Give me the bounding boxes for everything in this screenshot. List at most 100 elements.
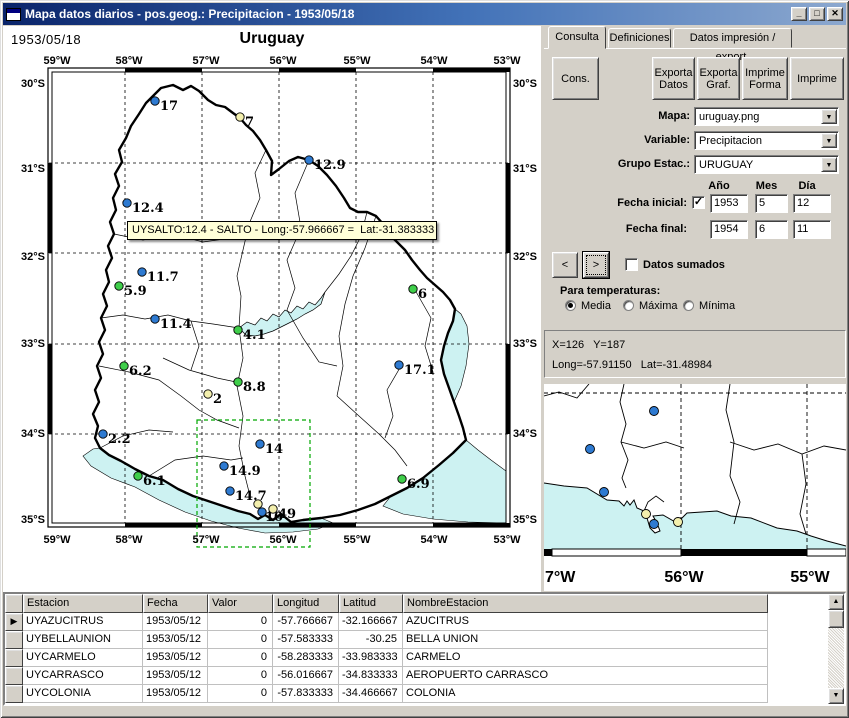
window-title: Mapa datos diarios - pos.geog.: Precipit… bbox=[25, 7, 791, 21]
imprime-button[interactable]: Imprime bbox=[790, 57, 844, 100]
chevron-down-icon[interactable]: ▼ bbox=[821, 133, 837, 148]
cell-valor: 0 bbox=[208, 649, 273, 667]
variable-label: Variable: bbox=[590, 134, 690, 146]
uruguay-map[interactable]: 59°W 58°W 57°W 56°W 55°W 54°W 53°W 59°W … bbox=[3, 26, 541, 592]
maxima-radio[interactable] bbox=[623, 300, 634, 311]
minimap-scalebar bbox=[544, 549, 846, 556]
station-dot[interactable] bbox=[234, 326, 242, 334]
svg-text:30°S: 30°S bbox=[21, 78, 45, 90]
station-dot[interactable] bbox=[115, 282, 123, 290]
minimap[interactable]: 7°W 56°W 55°W bbox=[544, 384, 846, 591]
svg-text:57°W: 57°W bbox=[192, 534, 220, 546]
exporta-graf-button[interactable]: Exporta Graf. bbox=[697, 57, 740, 100]
station-dot[interactable] bbox=[226, 487, 234, 495]
station-dot[interactable] bbox=[256, 440, 264, 448]
row-selector-current[interactable]: ▶ bbox=[5, 613, 23, 631]
chevron-down-icon[interactable]: ▼ bbox=[821, 157, 837, 172]
cell-nombreestacion: BELLA UNION bbox=[403, 631, 768, 649]
svg-text:54°W: 54°W bbox=[420, 534, 448, 546]
table-row[interactable]: UYCARRASCO 1953/05/12 0 -56.016667 -34.8… bbox=[5, 667, 844, 685]
station-dot[interactable] bbox=[305, 156, 313, 164]
station-dot[interactable] bbox=[650, 407, 659, 416]
station-dot[interactable] bbox=[674, 518, 683, 527]
next-day-button[interactable]: > bbox=[583, 252, 609, 278]
cons-button[interactable]: Cons. bbox=[552, 57, 599, 100]
station-dot[interactable] bbox=[138, 268, 146, 276]
svg-text:6.1: 6.1 bbox=[143, 474, 166, 489]
station-dot[interactable] bbox=[650, 520, 659, 529]
fecha-inicial-ano-input[interactable]: 1953 bbox=[710, 194, 748, 213]
row-selector[interactable] bbox=[5, 649, 23, 667]
station-dot[interactable] bbox=[234, 378, 242, 386]
station-dot[interactable] bbox=[123, 199, 131, 207]
row-selector[interactable] bbox=[5, 631, 23, 649]
scroll-down-icon[interactable]: ▼ bbox=[828, 688, 844, 704]
table-row[interactable]: UYCOLONIA 1953/05/12 0 -57.833333 -34.46… bbox=[5, 685, 844, 703]
station-dot[interactable] bbox=[204, 390, 212, 398]
chevron-down-icon[interactable]: ▼ bbox=[821, 109, 837, 124]
col-estacion[interactable]: Estacion bbox=[23, 594, 143, 613]
fecha-inicial-mes-input[interactable]: 5 bbox=[755, 194, 788, 213]
station-dot[interactable] bbox=[586, 445, 595, 454]
tab-datos-impresion[interactable]: Datos impresión / export. bbox=[673, 28, 792, 48]
row-selector[interactable] bbox=[5, 667, 23, 685]
station-dot[interactable] bbox=[120, 362, 128, 370]
station-dot[interactable] bbox=[151, 97, 159, 105]
col-nombreestacion[interactable]: NombreEstacion bbox=[403, 594, 768, 613]
cell-longitud: -58.283333 bbox=[273, 649, 339, 667]
imprime-forma-button[interactable]: Imprime Forma bbox=[742, 57, 788, 100]
station-dot[interactable] bbox=[409, 285, 417, 293]
fecha-final-dia-input[interactable]: 11 bbox=[793, 220, 831, 239]
cell-estacion: UYCOLONIA bbox=[23, 685, 143, 703]
station-dot[interactable] bbox=[600, 488, 609, 497]
cell-latitud: -34.833333 bbox=[339, 667, 403, 685]
mapa-combobox[interactable]: uruguay.png ▼ bbox=[694, 107, 839, 126]
col-fecha[interactable]: Fecha bbox=[143, 594, 208, 613]
cell-estacion: UYAZUCITRUS bbox=[23, 613, 143, 631]
maxima-label: Máxima bbox=[639, 300, 678, 312]
close-button[interactable]: ✕ bbox=[827, 7, 843, 21]
exporta-datos-button[interactable]: Exporta Datos bbox=[652, 57, 695, 100]
fecha-final-label: Fecha final: bbox=[587, 223, 687, 235]
station-dot[interactable] bbox=[99, 430, 107, 438]
media-radio[interactable] bbox=[565, 300, 576, 311]
lat-labels-left: 30°S 31°S 32°S 33°S 34°S 35°S bbox=[21, 78, 45, 526]
station-dot[interactable] bbox=[151, 315, 159, 323]
fecha-inicial-dia-input[interactable]: 12 bbox=[793, 194, 831, 213]
station-dot[interactable] bbox=[269, 505, 277, 513]
station-dot[interactable] bbox=[395, 361, 403, 369]
cell-valor: 0 bbox=[208, 685, 273, 703]
grupo-estac-combobox[interactable]: URUGUAY ▼ bbox=[694, 155, 839, 174]
table-vertical-scrollbar[interactable]: ▲ ▼ bbox=[828, 594, 844, 704]
col-latitud[interactable]: Latitud bbox=[339, 594, 403, 613]
minima-radio[interactable] bbox=[683, 300, 694, 311]
col-valor[interactable]: Valor bbox=[208, 594, 273, 613]
fecha-inicial-checkbox[interactable]: ✓ bbox=[692, 196, 705, 209]
tab-consulta[interactable]: Consulta bbox=[548, 26, 606, 49]
tab-definiciones[interactable]: Definiciones bbox=[608, 28, 671, 48]
table-row[interactable]: UYCARMELO 1953/05/12 0 -58.283333 -33.98… bbox=[5, 649, 844, 667]
fecha-final-mes-input[interactable]: 6 bbox=[755, 220, 788, 239]
col-longitud[interactable]: Longitud bbox=[273, 594, 339, 613]
table-header-row: Estacion Fecha Valor Longitud Latitud No… bbox=[5, 594, 844, 613]
svg-text:7: 7 bbox=[245, 115, 254, 130]
table-row[interactable]: ▶ UYAZUCITRUS 1953/05/12 0 -57.766667 -3… bbox=[5, 613, 844, 631]
minimize-button[interactable]: _ bbox=[791, 7, 807, 21]
prev-day-button[interactable]: < bbox=[552, 252, 578, 278]
station-dot[interactable] bbox=[398, 475, 406, 483]
scroll-up-icon[interactable]: ▲ bbox=[828, 594, 844, 610]
table-row[interactable]: UYBELLAUNION 1953/05/12 0 -57.583333 -30… bbox=[5, 631, 844, 649]
fecha-final-ano-input[interactable]: 1954 bbox=[710, 220, 748, 239]
station-dot[interactable] bbox=[236, 113, 244, 121]
station-dot[interactable] bbox=[220, 462, 228, 470]
row-selector[interactable] bbox=[5, 685, 23, 703]
svg-text:4.1: 4.1 bbox=[243, 328, 266, 343]
datos-sumados-checkbox[interactable] bbox=[625, 258, 638, 271]
minimap-panel[interactable]: 7°W 56°W 55°W bbox=[544, 384, 846, 591]
maximize-button[interactable]: □ bbox=[809, 7, 825, 21]
scrollbar-thumb[interactable] bbox=[828, 610, 844, 628]
station-dot[interactable] bbox=[642, 510, 651, 519]
variable-combobox[interactable]: Precipitacion ▼ bbox=[694, 131, 839, 150]
station-dot[interactable] bbox=[134, 472, 142, 480]
station-dot[interactable] bbox=[254, 500, 262, 508]
